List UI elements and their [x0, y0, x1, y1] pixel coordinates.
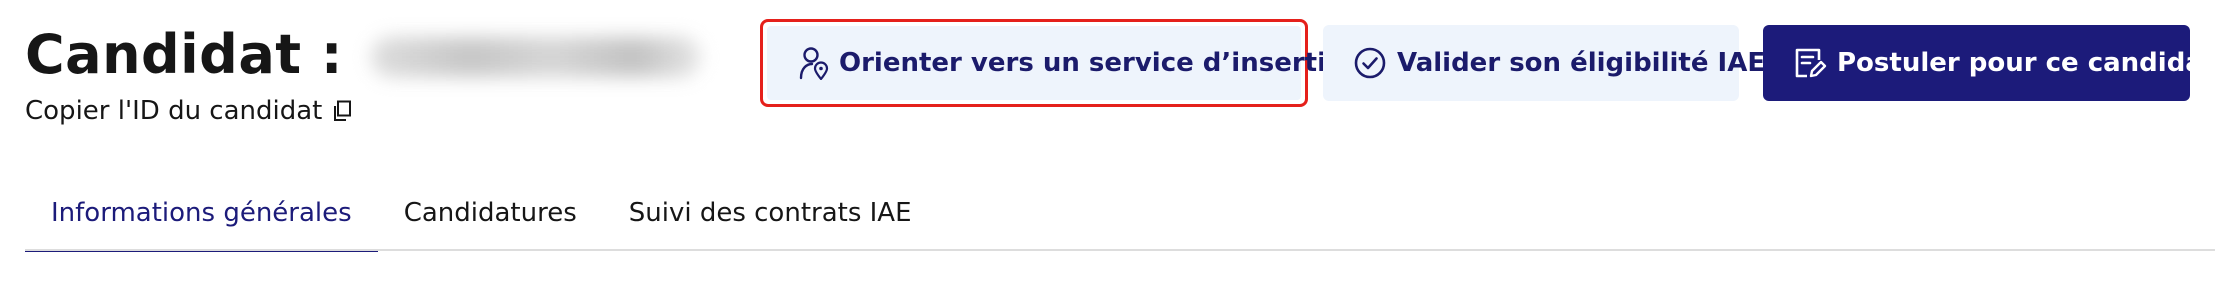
valider-button-label: Valider son éligibilité IAE [1397, 48, 1766, 78]
postuler-button-label: Postuler pour ce candidat [1837, 48, 2215, 78]
copy-icon[interactable] [332, 100, 352, 122]
candidate-name-redacted [361, 23, 721, 87]
valider-eligibilite-button[interactable]: Valider son éligibilité IAE [1323, 25, 1765, 101]
user-location-icon [799, 46, 829, 80]
copy-id-label: Copier l'ID du candidat [25, 96, 323, 126]
postuler-button[interactable]: Postuler pour ce candidat [1763, 25, 2215, 101]
tab-label: Candidatures [403, 197, 577, 228]
tab-label: Suivi des contrats IAE [628, 197, 912, 228]
check-circle-icon [1353, 46, 1387, 80]
tab-bar: Informations générales Candidatures Suiv… [25, 175, 938, 252]
edit-document-icon [1793, 46, 1827, 80]
copy-id-button[interactable]: Copier l'ID du candidat [25, 96, 352, 126]
orienter-button-highlighted[interactable]: Orienter vers un service d’insertion [760, 19, 1362, 107]
orienter-button-label: Orienter vers un service d’insertion [839, 48, 1363, 78]
orienter-button[interactable]: Orienter vers un service d’insertion [767, 26, 1362, 100]
tab-candidatures[interactable]: Candidatures [378, 175, 603, 250]
page-title: Candidat : [25, 23, 343, 86]
tab-informations-generales[interactable]: Informations générales [25, 175, 378, 252]
tab-label: Informations générales [51, 197, 352, 228]
tab-divider [25, 249, 2215, 251]
title-row: Candidat : [25, 22, 721, 88]
tab-suivi-contrats-iae[interactable]: Suivi des contrats IAE [603, 175, 938, 250]
page-header: Candidat : Copier l'ID du candidat Orien… [0, 0, 2215, 150]
